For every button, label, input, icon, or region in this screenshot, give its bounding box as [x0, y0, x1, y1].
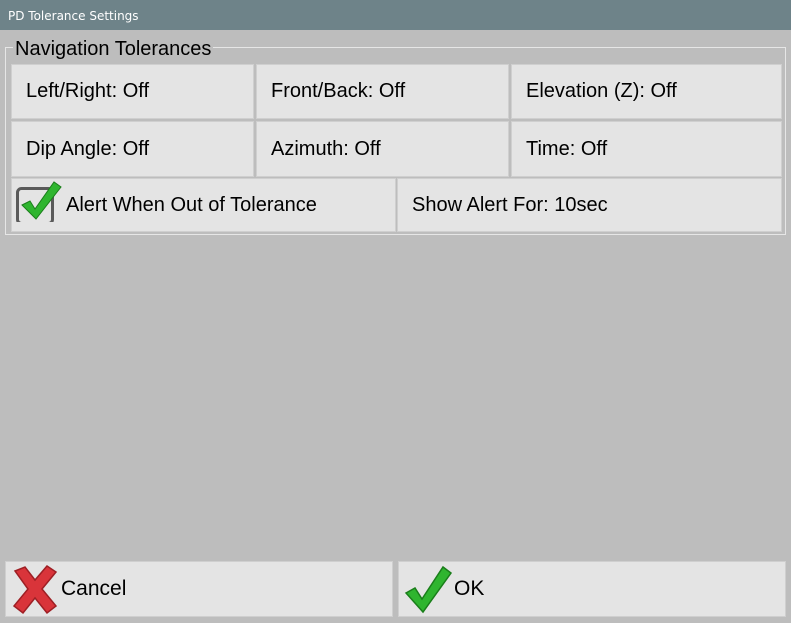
- left-right-tolerance-button[interactable]: Left/Right: Off: [11, 64, 254, 119]
- alert-out-of-tolerance-label: Alert When Out of Tolerance: [66, 193, 317, 216]
- time-tolerance-label: Time: Off: [526, 137, 608, 160]
- alert-out-of-tolerance-checkbox[interactable]: Alert When Out of Tolerance: [11, 178, 396, 232]
- elevation-tolerance-label: Elevation (Z): Off: [526, 80, 677, 102]
- azimuth-tolerance-label: Azimuth: Off: [271, 137, 381, 160]
- front-back-tolerance-button[interactable]: Front/Back: Off: [256, 64, 509, 119]
- green-check-icon: [402, 563, 454, 615]
- elevation-tolerance-button[interactable]: Elevation (Z): Off: [511, 64, 782, 119]
- ok-button[interactable]: OK: [398, 561, 786, 617]
- front-back-tolerance-label: Front/Back: Off: [271, 80, 406, 102]
- window-title-bar: PD Tolerance Settings: [0, 0, 791, 30]
- show-alert-duration-button[interactable]: Show Alert For: 10sec: [397, 178, 782, 232]
- group-title: Navigation Tolerances: [13, 38, 214, 60]
- dip-angle-tolerance-label: Dip Angle: Off: [26, 137, 150, 160]
- left-right-tolerance-label: Left/Right: Off: [26, 80, 150, 102]
- checkbox-checked-icon: [16, 181, 62, 224]
- ok-label: OK: [454, 577, 485, 600]
- red-x-icon: [9, 563, 61, 615]
- azimuth-tolerance-button[interactable]: Azimuth: Off: [256, 121, 509, 177]
- cancel-button[interactable]: Cancel: [5, 561, 393, 617]
- dip-angle-tolerance-button[interactable]: Dip Angle: Off: [11, 121, 254, 177]
- window-title: PD Tolerance Settings: [8, 9, 139, 23]
- show-alert-duration-label: Show Alert For: 10sec: [412, 193, 608, 216]
- time-tolerance-button[interactable]: Time: Off: [511, 121, 782, 177]
- cancel-label: Cancel: [61, 577, 127, 600]
